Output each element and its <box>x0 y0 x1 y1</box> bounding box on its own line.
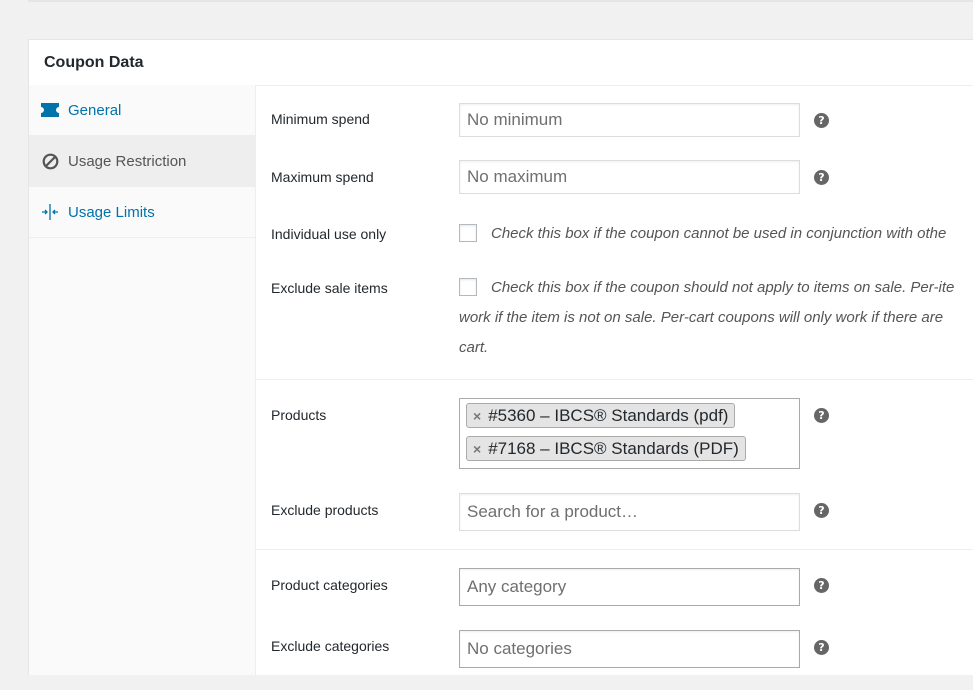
products-select[interactable]: × #5360 – IBCS® Standards (pdf) × #7168 … <box>459 398 800 469</box>
exclude-sale-description-line3: cart. <box>459 339 489 356</box>
individual-use-description: Check this box if the coupon cannot be u… <box>491 225 947 242</box>
panel-title: Coupon Data <box>44 53 144 71</box>
products-section: Products × #5360 – IBCS® Standards (pdf)… <box>256 380 973 550</box>
product-chip: × #7168 – IBCS® Standards (PDF) <box>466 436 746 461</box>
exclude-products-input[interactable] <box>459 493 800 531</box>
exclude-sale-description-line2: work if the item is not on sale. Per-car… <box>459 309 944 326</box>
maximum-spend-input[interactable] <box>459 160 800 194</box>
exclude-sale-description-line1: Check this box if the coupon should not … <box>491 279 955 296</box>
panel-header: Coupon Data <box>29 40 973 86</box>
minimum-spend-label: Minimum spend <box>271 111 370 127</box>
remove-chip-icon[interactable]: × <box>473 441 481 457</box>
exclude-sale-checkbox[interactable] <box>459 278 477 296</box>
tab-usage-limits-label: Usage Limits <box>68 203 155 221</box>
tab-usage-restriction[interactable]: Usage Restriction <box>29 136 255 187</box>
products-help-icon[interactable]: ? <box>814 408 829 423</box>
exclude-products-label: Exclude products <box>271 502 379 518</box>
product-chip: × #5360 – IBCS® Standards (pdf) <box>466 403 736 428</box>
product-chip-label: #7168 – IBCS® Standards (PDF) <box>488 438 739 458</box>
coupon-tabs: General Usage Restriction Usage Limits <box>29 85 256 675</box>
product-chip-label: #5360 – IBCS® Standards (pdf) <box>488 405 729 425</box>
exclude-categories-input[interactable] <box>459 630 800 668</box>
tab-usage-restriction-label: Usage Restriction <box>68 152 187 170</box>
ban-icon <box>41 152 59 170</box>
exclude-categories-help-icon[interactable]: ? <box>814 640 829 655</box>
top-strip <box>28 0 973 2</box>
spend-section: Minimum spend ? Maximum spend ? Individu… <box>256 85 973 380</box>
product-categories-input[interactable] <box>459 568 800 606</box>
panel-body: General Usage Restriction Usage Limits M… <box>29 85 973 675</box>
maximum-spend-label: Maximum spend <box>271 169 374 185</box>
tab-usage-limits[interactable]: Usage Limits <box>29 187 255 238</box>
arrows-in-icon <box>41 203 59 221</box>
usage-restriction-content: Minimum spend ? Maximum spend ? Individu… <box>256 85 973 675</box>
ticket-icon <box>41 101 59 119</box>
tab-general-label: General <box>68 101 122 119</box>
minimum-spend-help-icon[interactable]: ? <box>814 113 829 128</box>
remove-chip-icon[interactable]: × <box>473 408 481 424</box>
exclude-products-help-icon[interactable]: ? <box>814 503 829 518</box>
minimum-spend-input[interactable] <box>459 103 800 137</box>
individual-use-checkbox[interactable] <box>459 224 477 242</box>
exclude-sale-label: Exclude sale items <box>271 280 388 296</box>
products-label: Products <box>271 407 327 423</box>
maximum-spend-help-icon[interactable]: ? <box>814 170 829 185</box>
exclude-categories-label: Exclude categories <box>271 638 390 654</box>
product-categories-label: Product categories <box>271 577 388 593</box>
tab-general[interactable]: General <box>29 85 255 136</box>
product-categories-help-icon[interactable]: ? <box>814 578 829 593</box>
categories-section: Product categories ? Exclude categories … <box>256 550 973 690</box>
individual-use-label: Individual use only <box>271 226 387 242</box>
coupon-data-panel: Coupon Data General Usage Restriction Us… <box>28 39 973 675</box>
